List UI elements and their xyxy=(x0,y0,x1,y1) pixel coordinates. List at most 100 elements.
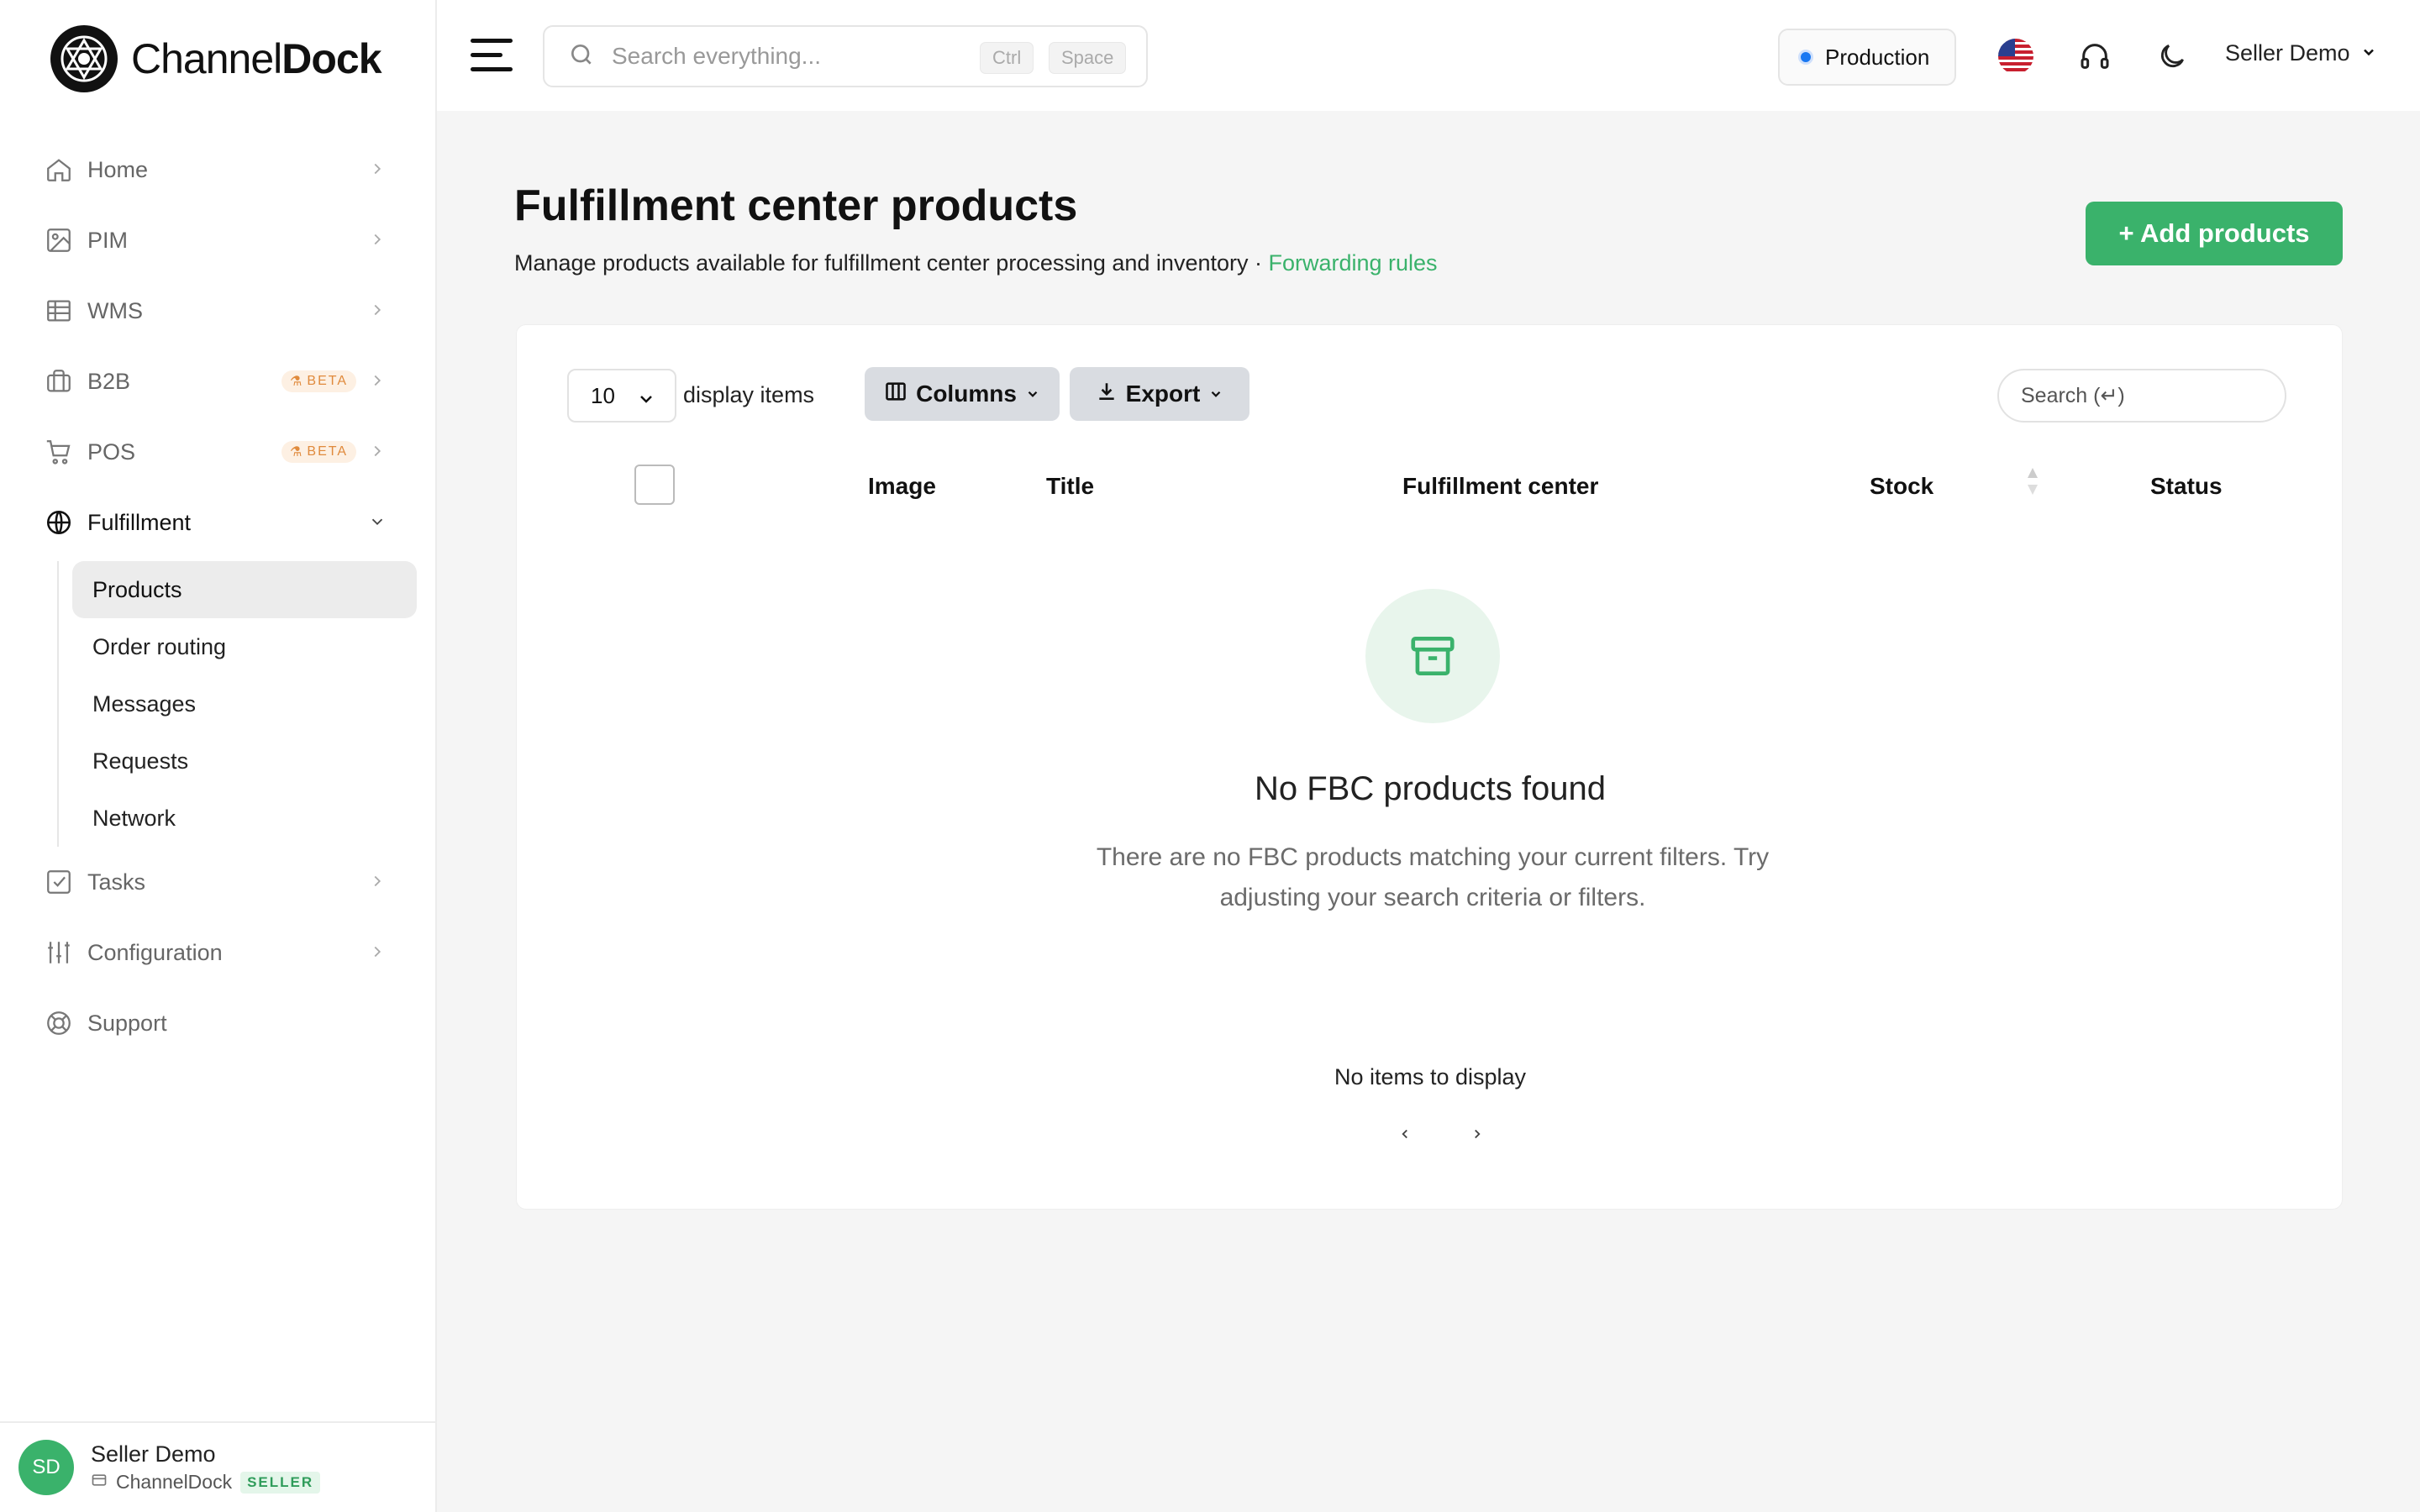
cart-icon xyxy=(42,435,76,469)
beta-badge: ⚗ BETA xyxy=(281,441,356,463)
forwarding-rules-link[interactable]: Forwarding rules xyxy=(1268,250,1437,276)
sidebar-item-label: POS xyxy=(87,438,136,465)
user-menu[interactable]: Seller Demo xyxy=(2225,40,2377,66)
chevron-right-icon xyxy=(368,872,387,895)
sidebar-subitem-messages[interactable]: Messages xyxy=(72,675,417,732)
us-flag-icon[interactable] xyxy=(1998,39,2033,74)
search-placeholder: Search everything... xyxy=(612,43,822,69)
column-header-title[interactable]: Title xyxy=(1046,473,1094,500)
beta-badge: ⚗ BETA xyxy=(281,370,356,392)
sidebar: ChannelDock Home PIM WMS B2B ⚗ BETA POS … xyxy=(0,0,437,1512)
avatar: SD xyxy=(18,1440,74,1495)
table-search-input[interactable]: Search (↵) xyxy=(1997,369,2286,423)
lifebuoy-icon xyxy=(42,1006,76,1040)
user-org-row: ChannelDock SELLER xyxy=(91,1471,321,1494)
sidebar-item-b2b[interactable]: B2B ⚗ BETA xyxy=(42,356,403,407)
sidebar-item-pim[interactable]: PIM xyxy=(42,215,403,265)
download-icon xyxy=(1096,381,1118,408)
sidebar-user-card[interactable]: SD Seller Demo ChannelDock SELLER xyxy=(0,1421,437,1512)
headphones-icon[interactable] xyxy=(2075,37,2114,76)
sidebar-item-label: Home xyxy=(87,156,149,182)
page-title: Fulfillment center products xyxy=(514,181,1078,230)
checkbox-icon xyxy=(42,865,76,899)
chevron-right-icon xyxy=(368,442,387,465)
sidebar-item-support[interactable]: Support xyxy=(42,998,403,1048)
column-header-stock[interactable]: Stock xyxy=(1870,473,1933,500)
columns-icon xyxy=(884,380,908,409)
sidebar-item-label: B2B xyxy=(87,368,131,394)
global-search-input[interactable]: Search everything... Ctrl Space xyxy=(543,25,1148,87)
chevron-right-icon xyxy=(368,301,387,323)
column-header-status[interactable]: Status xyxy=(2150,473,2223,500)
sidebar-item-label: Support xyxy=(87,1010,167,1036)
chevron-down-icon xyxy=(1025,381,1040,407)
sidebar-item-label: WMS xyxy=(87,297,143,323)
user-menu-label: Seller Demo xyxy=(2225,40,2350,66)
sidebar-subitem-order-routing[interactable]: Order routing xyxy=(72,618,417,675)
sidebar-item-tasks[interactable]: Tasks xyxy=(42,857,403,907)
globe-icon xyxy=(42,506,76,539)
chevron-right-icon xyxy=(368,371,387,394)
store-icon xyxy=(91,1471,108,1494)
sidebar-item-label: PIM xyxy=(87,227,129,253)
home-icon xyxy=(42,153,76,186)
chevron-down-icon xyxy=(640,396,652,403)
channeldock-logo-icon xyxy=(50,25,118,92)
sidebar-item-wms[interactable]: WMS xyxy=(42,286,403,336)
sidebar-subitem-network[interactable]: Network xyxy=(72,790,417,847)
column-header-image[interactable]: Image xyxy=(868,473,936,500)
pagination-prev-icon[interactable] xyxy=(1392,1121,1418,1147)
search-icon xyxy=(568,41,595,72)
display-items-label: display items xyxy=(683,382,815,407)
page-size-select[interactable]: 10 xyxy=(567,369,676,423)
user-name: Seller Demo xyxy=(91,1441,216,1467)
sidebar-subitem-products[interactable]: Products xyxy=(72,561,417,618)
columns-label: Columns xyxy=(916,381,1017,407)
add-products-button[interactable]: + Add products xyxy=(2086,202,2343,265)
image-icon xyxy=(42,223,76,257)
column-header-fulfillment-center[interactable]: Fulfillment center xyxy=(1402,473,1598,500)
table-header: Image Title Fulfillment center Stock Sta… xyxy=(517,451,2344,518)
sliders-icon xyxy=(42,936,76,969)
user-meta: Seller Demo ChannelDock SELLER xyxy=(91,1441,321,1494)
moon-icon[interactable] xyxy=(2153,37,2191,76)
menu-toggle-icon[interactable] xyxy=(471,37,513,74)
user-org: ChannelDock xyxy=(116,1471,233,1493)
empty-state-title: No FBC products found xyxy=(1255,770,1606,807)
environment-status-dot xyxy=(1798,50,1813,65)
flask-icon: ⚗ xyxy=(290,445,304,459)
products-table-card: 10 display items Columns Export Search (… xyxy=(516,324,2343,1210)
sidebar-subitem-requests[interactable]: Requests xyxy=(72,732,417,790)
pagination-next-icon[interactable] xyxy=(1465,1121,1490,1147)
brand-name: ChannelDock xyxy=(131,35,382,82)
sort-icon[interactable] xyxy=(2026,466,2039,501)
export-label: Export xyxy=(1125,381,1201,407)
columns-button[interactable]: Columns xyxy=(865,367,1060,421)
chevron-down-icon xyxy=(368,512,387,535)
sidebar-item-home[interactable]: Home xyxy=(42,144,403,195)
empty-state-description: There are no FBC products matching your … xyxy=(1096,843,1770,911)
sidebar-item-configuration[interactable]: Configuration xyxy=(42,927,403,978)
table-icon xyxy=(42,294,76,328)
subnav-divider xyxy=(57,561,59,847)
brand-logo[interactable]: ChannelDock xyxy=(50,24,382,94)
sidebar-item-label: Configuration xyxy=(87,939,223,965)
kbd-ctrl: Ctrl xyxy=(980,42,1034,74)
environment-label: Production xyxy=(1825,44,1930,70)
environment-switcher[interactable]: Production xyxy=(1778,29,1956,86)
briefcase-icon xyxy=(42,365,76,398)
sidebar-item-pos[interactable]: POS ⚗ BETA xyxy=(42,427,403,477)
chevron-down-icon xyxy=(1208,381,1223,407)
page-size-value: 10 xyxy=(591,382,615,408)
topbar: Search everything... Ctrl Space Producti… xyxy=(437,0,2420,111)
chevron-right-icon xyxy=(368,160,387,182)
no-items-message: No items to display xyxy=(1334,1064,1527,1089)
flask-icon: ⚗ xyxy=(290,375,304,389)
chevron-down-icon xyxy=(2360,40,2377,66)
sidebar-item-fulfillment[interactable]: Fulfillment xyxy=(42,497,403,548)
page-subtitle-text: Manage products available for fulfillmen… xyxy=(514,250,1269,276)
archive-icon xyxy=(1365,589,1500,723)
export-button[interactable]: Export xyxy=(1070,367,1249,421)
chevron-right-icon xyxy=(368,230,387,253)
chevron-right-icon xyxy=(368,942,387,965)
